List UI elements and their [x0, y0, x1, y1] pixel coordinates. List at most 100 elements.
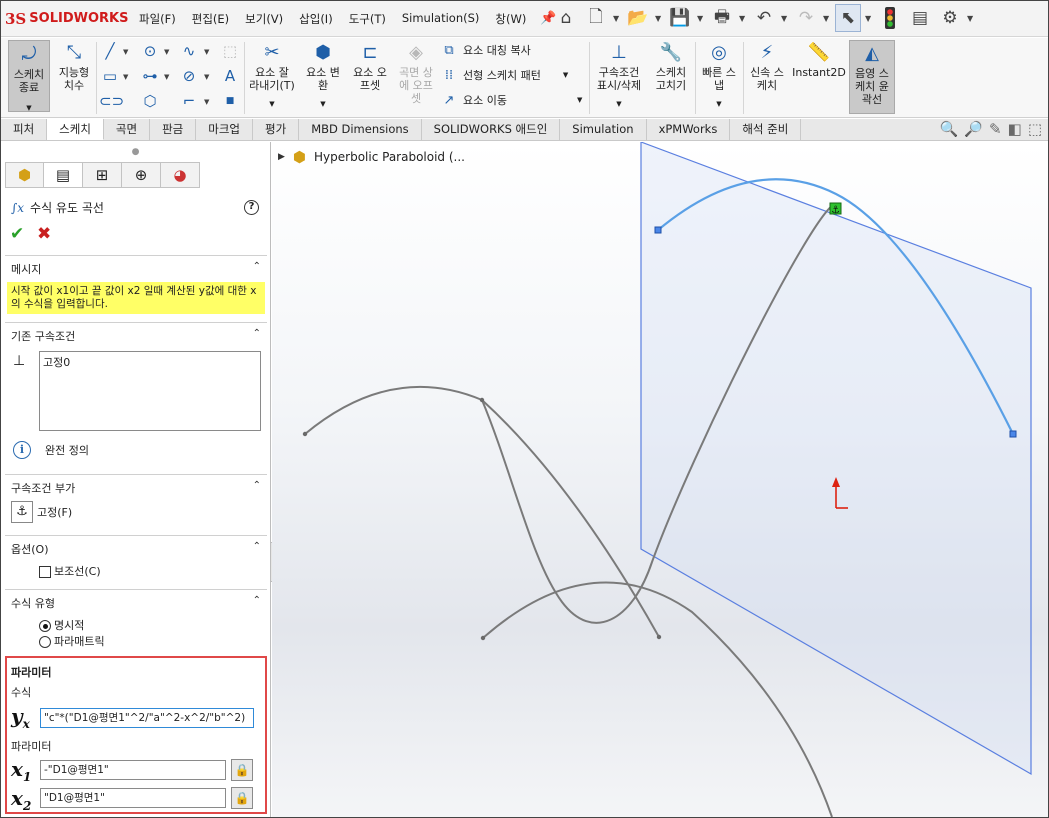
- open-icon[interactable]: 📂: [625, 4, 651, 32]
- chevron-down-icon[interactable]: ▼: [123, 73, 128, 81]
- collapse-icon[interactable]: ⌃: [253, 480, 261, 496]
- radio-unselected[interactable]: [39, 636, 51, 648]
- repair-sketch-button[interactable]: 🔧 스케치 고치기: [649, 42, 693, 92]
- move-entities-button[interactable]: ↗ 요소 이동 ▼: [441, 92, 583, 108]
- tab-sheet-metal[interactable]: 판금: [150, 119, 197, 140]
- display-manager-tab-icon[interactable]: ◕: [161, 162, 200, 188]
- options-gear-icon[interactable]: ⚙: [937, 4, 963, 32]
- collapse-icon[interactable]: ⌃: [253, 261, 261, 277]
- fix-relation-button[interactable]: ⚓ 고정(F): [11, 501, 72, 523]
- tab-surfaces[interactable]: 곡면: [104, 119, 151, 140]
- dimxpert-manager-tab-icon[interactable]: ⊕: [122, 162, 161, 188]
- chevron-down-icon[interactable]: ▼: [739, 14, 747, 23]
- fillet-icon[interactable]: ⌐: [178, 91, 200, 111]
- chevron-down-icon[interactable]: ▼: [204, 48, 209, 56]
- select-arrow-icon[interactable]: ⬉: [835, 4, 861, 32]
- parabola-curve-1[interactable]: [304, 385, 483, 435]
- feature-manager-tab-icon[interactable]: ⬢: [5, 162, 44, 188]
- x2-end-input[interactable]: "D1@평면1": [40, 788, 226, 808]
- menu-window[interactable]: 창(W): [487, 11, 534, 27]
- tab-analysis-preparation[interactable]: 해석 준비: [730, 119, 802, 140]
- line-icon[interactable]: ╱: [99, 41, 121, 61]
- traffic-light-icon[interactable]: [877, 4, 903, 32]
- circle-icon[interactable]: ⊙: [139, 41, 161, 61]
- trim-entities-button[interactable]: ✂ 요소 잘 라내기(T) ▼: [249, 42, 295, 111]
- rectangle-icon[interactable]: ▭: [99, 66, 121, 86]
- zoom-to-fit-icon[interactable]: 🔍: [940, 120, 959, 138]
- chevron-down-icon[interactable]: ▼: [204, 73, 209, 81]
- plane1-face[interactable]: [640, 142, 1032, 776]
- curve-end-point[interactable]: [1009, 430, 1017, 438]
- view-orientation-icon[interactable]: ⬚: [1028, 120, 1042, 138]
- instant2d-button[interactable]: 📏 Instant2D: [791, 42, 847, 79]
- menu-tools[interactable]: 도구(T): [341, 11, 394, 27]
- tab-xpmworks[interactable]: xPMWorks: [647, 119, 731, 140]
- x1-start-input[interactable]: -"D1@평면1": [40, 760, 226, 780]
- cancel-x-icon[interactable]: ✖: [37, 224, 51, 244]
- offset-on-surface-button[interactable]: ◈ 곡면 상 에 오프 셋: [395, 42, 437, 105]
- endpoint[interactable]: [656, 634, 662, 640]
- endpoint[interactable]: [480, 635, 486, 641]
- save-icon[interactable]: 💾: [667, 4, 693, 32]
- previous-view-icon[interactable]: ✎: [989, 120, 1002, 138]
- chevron-down-icon[interactable]: ▼: [613, 14, 621, 23]
- section-view-icon[interactable]: ◧: [1008, 120, 1022, 138]
- chevron-down-icon[interactable]: ▼: [865, 14, 873, 23]
- curve-start-point[interactable]: [654, 226, 662, 234]
- tab-evaluate[interactable]: 평가: [253, 119, 300, 140]
- radio-selected[interactable]: [39, 620, 51, 632]
- tab-features[interactable]: 피처: [1, 119, 48, 140]
- list-item[interactable]: 고정0: [43, 354, 257, 370]
- mirror-entities-button[interactable]: ⧉ 요소 대칭 복사: [441, 42, 530, 58]
- relations-listbox[interactable]: 고정0: [39, 351, 261, 431]
- display-delete-relations-button[interactable]: ⊥ 구속조건 표시/삭제 ▼: [593, 42, 645, 111]
- property-manager-tab-icon[interactable]: ▤: [44, 162, 83, 188]
- chevron-down-icon[interactable]: ▼: [967, 14, 975, 23]
- collapse-icon[interactable]: ⌃: [253, 595, 261, 611]
- menu-file[interactable]: 파일(F): [131, 11, 184, 27]
- text-icon[interactable]: A: [219, 66, 241, 86]
- ok-check-icon[interactable]: ✔: [10, 224, 24, 244]
- tab-solidworks-addins[interactable]: SOLIDWORKS 애드인: [422, 119, 561, 140]
- smart-dimension-button[interactable]: ⤡ 지능형 치수: [54, 42, 94, 92]
- home-icon[interactable]: ⌂: [553, 4, 579, 32]
- checkbox[interactable]: [39, 566, 51, 578]
- rapid-sketch-button[interactable]: ⚡ 신속 스 케치: [747, 42, 787, 92]
- spline-icon[interactable]: ∿: [178, 41, 200, 61]
- polygon-icon[interactable]: ⬡: [139, 91, 161, 111]
- print-icon[interactable]: 🖶: [709, 4, 735, 32]
- chevron-down-icon[interactable]: ▼: [204, 98, 209, 106]
- straight-slot-icon[interactable]: ⊂⊃: [99, 91, 124, 111]
- slot-icon[interactable]: ⊶: [139, 66, 161, 86]
- quick-snaps-button[interactable]: ◎ 빠른 스 냅 ▼: [699, 42, 739, 111]
- shaded-sketch-contours-button[interactable]: ◭ 음영 스 케치 윤 곽선: [849, 40, 895, 114]
- collapse-icon[interactable]: ⌃: [253, 541, 261, 557]
- menu-simulation[interactable]: Simulation(S): [394, 11, 488, 27]
- point-icon[interactable]: ■: [219, 91, 241, 111]
- chevron-down-icon[interactable]: ▼: [123, 48, 128, 56]
- equation-yx-input[interactable]: "c"*("D1@평면1"^2/"a"^2-x^2/"b"^2): [40, 708, 254, 728]
- lock-icon[interactable]: 🔒: [231, 759, 253, 781]
- chevron-down-icon[interactable]: ▼: [655, 14, 663, 23]
- endpoint[interactable]: [302, 431, 308, 437]
- menu-edit[interactable]: 편집(E): [184, 11, 237, 27]
- offset-entities-button[interactable]: ⊏ 요소 오 프셋: [349, 42, 391, 92]
- chevron-down-icon[interactable]: ▼: [781, 14, 789, 23]
- chevron-down-icon[interactable]: ▼: [164, 73, 169, 81]
- redo-icon[interactable]: ↷: [793, 4, 819, 32]
- lock-icon[interactable]: 🔒: [231, 787, 253, 809]
- sketch-geometry[interactable]: ⚓: [272, 142, 1048, 817]
- graphics-area[interactable]: ▶ ⬢ Hyperbolic Paraboloid (... ⚓: [272, 142, 1048, 817]
- undo-icon[interactable]: ↶: [751, 4, 777, 32]
- dotted-rectangle-icon[interactable]: ⬚: [219, 41, 241, 61]
- endpoint[interactable]: [479, 397, 485, 403]
- help-icon[interactable]: ?: [244, 200, 259, 215]
- tab-sketch[interactable]: 스케치: [47, 119, 104, 140]
- menu-view[interactable]: 보기(V): [237, 11, 291, 27]
- zoom-to-area-icon[interactable]: 🔎: [964, 120, 983, 138]
- configuration-manager-tab-icon[interactable]: ⊞: [83, 162, 122, 188]
- construction-checkbox[interactable]: 보조선(C): [39, 563, 101, 579]
- panel-grip-icon[interactable]: ●: [1, 142, 270, 162]
- solidworks-logo[interactable]: 3S SOLIDWORKS: [1, 10, 131, 28]
- exit-sketch-button[interactable]: ⤾ 스케치 종료 ▼: [8, 40, 50, 112]
